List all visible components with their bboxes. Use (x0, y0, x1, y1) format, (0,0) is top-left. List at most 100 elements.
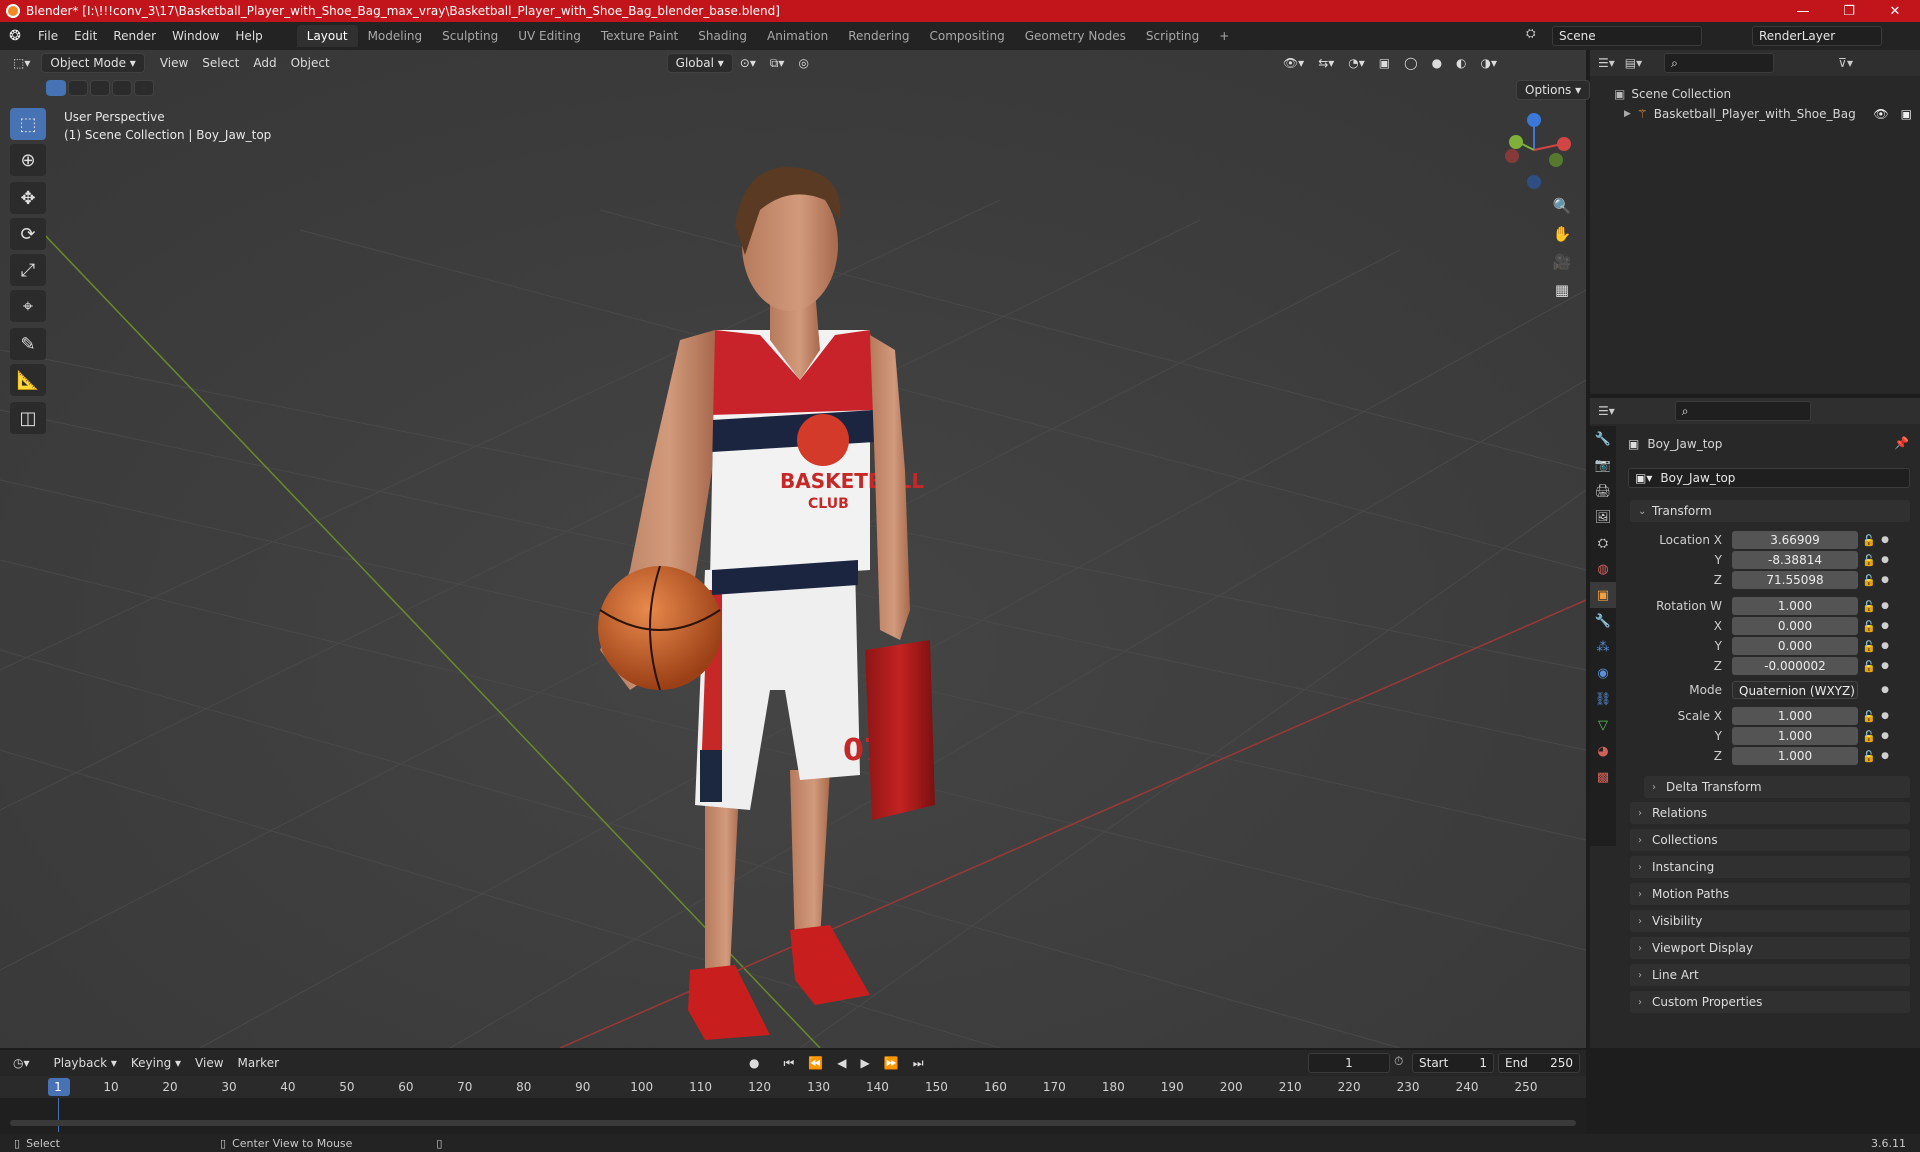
transform-panel-header[interactable]: ⌄ Transform (1630, 500, 1910, 522)
rotate-tool-icon[interactable]: ⟳ (10, 218, 46, 250)
tab-uv-editing[interactable]: UV Editing (508, 25, 591, 47)
mode-dropdown[interactable]: Object Mode ▾ (41, 53, 145, 73)
output-tab-icon[interactable]: 🖨 (1590, 478, 1616, 504)
snap-icon[interactable]: ⧉▾ (763, 56, 792, 71)
menu-playback[interactable]: Playback ▾ (47, 1056, 124, 1070)
keyframe-dot-icon[interactable]: ● (1880, 751, 1890, 761)
scene-field[interactable]: Scene (1552, 26, 1702, 46)
menu-file[interactable]: File (30, 29, 66, 43)
select-subtract-icon[interactable] (90, 80, 110, 96)
menu-help[interactable]: Help (227, 29, 270, 43)
outliner-filter-icon[interactable]: ⊽▾ (1838, 56, 1853, 70)
tab-shading[interactable]: Shading (688, 25, 757, 47)
gizmo-x-icon[interactable] (1557, 137, 1571, 151)
proportional-edit-icon[interactable]: ◎ (791, 56, 815, 70)
pan-hand-icon[interactable]: ✋ (1548, 220, 1576, 248)
xray-icon[interactable]: ▣ (1372, 56, 1397, 70)
render-camera-icon[interactable]: ▣ (1901, 107, 1912, 121)
gizmo-z-icon[interactable] (1527, 113, 1541, 127)
render-tab-icon[interactable]: 📷 (1590, 452, 1616, 478)
keyframe-dot-icon[interactable]: ● (1880, 535, 1890, 545)
keyframe-dot-icon[interactable]: ● (1880, 555, 1890, 565)
menu-timeline-view[interactable]: View (188, 1056, 230, 1070)
visibility-icon[interactable]: 👁▾ (1276, 56, 1311, 70)
hide-eye-icon[interactable]: 👁 (1873, 107, 1888, 121)
ortho-grid-icon[interactable]: ▦ (1548, 276, 1576, 304)
navigation-gizmo[interactable] (1494, 108, 1572, 192)
expand-chevron-icon[interactable]: ▶ (1624, 109, 1631, 119)
jump-start-icon[interactable]: ⏮ (777, 1056, 802, 1071)
select-new-icon[interactable] (46, 80, 66, 96)
current-frame-field[interactable]: 1 (1308, 1053, 1390, 1073)
select-intersect-icon[interactable] (134, 80, 154, 96)
scale-tool-icon[interactable]: ⤢ (10, 254, 46, 286)
prev-keyframe-icon[interactable]: ⏪ (801, 1056, 830, 1070)
scene-icon[interactable]: ⛭ (1526, 26, 1536, 41)
custom-properties-panel-header[interactable]: › Custom Properties (1630, 991, 1910, 1013)
annotate-tool-icon[interactable]: ✎ (10, 328, 46, 360)
render-layer-field[interactable]: RenderLayer (1752, 26, 1882, 46)
constraints-tab-icon[interactable]: ⛓ (1590, 686, 1616, 712)
rotation-w-field[interactable]: 1.000 (1732, 597, 1858, 615)
select-box-tool-icon[interactable]: ⬚ (10, 108, 46, 140)
viewport-display-panel-header[interactable]: › Viewport Display (1630, 937, 1910, 959)
keyframe-dot-icon[interactable]: ● (1880, 601, 1890, 611)
add-workspace-button[interactable]: + (1209, 25, 1239, 47)
play-icon[interactable]: ▶ (854, 1056, 877, 1070)
world-tab-icon[interactable]: ◍ (1590, 556, 1616, 582)
lock-icon[interactable]: 🔓 (1858, 554, 1880, 567)
material-tab-icon[interactable]: ◕ (1590, 738, 1616, 764)
tab-animation[interactable]: Animation (757, 25, 838, 47)
solid-shading-icon[interactable]: ● (1425, 56, 1449, 70)
maximize-button[interactable]: ❐ (1826, 0, 1872, 22)
lock-icon[interactable]: 🔓 (1858, 620, 1880, 633)
options-button[interactable]: Options ▾ (1516, 80, 1591, 100)
overlays-icon[interactable]: ◔▾ (1341, 56, 1372, 70)
stopwatch-icon[interactable]: ⏱ (1394, 1054, 1403, 1069)
lock-icon[interactable]: 🔓 (1858, 660, 1880, 673)
location-x-field[interactable]: 3.66909 (1732, 531, 1858, 549)
tab-rendering[interactable]: Rendering (838, 25, 919, 47)
menu-select[interactable]: Select (195, 56, 246, 70)
properties-search-input[interactable]: ⌕ (1674, 401, 1811, 421)
outliner-row-scene-collection[interactable]: ▣ Scene Collection (1590, 84, 1920, 104)
lock-icon[interactable]: 🔓 (1858, 574, 1880, 587)
rendered-shading-icon[interactable]: ◑▾ (1474, 56, 1505, 70)
object-datablock-field[interactable]: ▣▾ Boy_Jaw_top (1628, 468, 1910, 488)
tab-modeling[interactable]: Modeling (358, 25, 433, 47)
keyframe-dot-icon[interactable]: ● (1880, 575, 1890, 585)
close-button[interactable]: ✕ (1872, 0, 1918, 22)
physics-tab-icon[interactable]: ◉ (1590, 660, 1616, 686)
menu-view[interactable]: View (153, 56, 195, 70)
delta-transform-header[interactable]: › Delta Transform (1644, 776, 1910, 798)
scale-z-field[interactable]: 1.000 (1732, 747, 1858, 765)
minimize-button[interactable]: — (1780, 0, 1826, 22)
wireframe-shading-icon[interactable]: ◯ (1397, 56, 1424, 70)
texture-tab-icon[interactable]: ▩ (1590, 764, 1616, 790)
scale-y-field[interactable]: 1.000 (1732, 727, 1858, 745)
play-reverse-icon[interactable]: ◀ (830, 1056, 853, 1070)
editor-type-icon[interactable]: ⬚▾ (6, 56, 37, 70)
lock-icon[interactable]: 🔓 (1858, 710, 1880, 723)
blender-menu-icon[interactable]: ❂ (0, 28, 30, 44)
scene-tab-icon[interactable]: ⛭ (1590, 530, 1616, 556)
pivot-icon[interactable]: ⊙▾ (733, 56, 763, 70)
collections-panel-header[interactable]: › Collections (1630, 829, 1910, 851)
outliner-editor-icon[interactable]: ☰▾ (1598, 56, 1615, 70)
3d-viewport[interactable]: 07 BASKETBALL CLUB (0, 50, 1586, 1048)
lock-icon[interactable]: 🔓 (1858, 750, 1880, 763)
location-z-field[interactable]: 71.55098 (1732, 571, 1858, 589)
line-art-panel-header[interactable]: › Line Art (1630, 964, 1910, 986)
data-tab-icon[interactable]: ▽ (1590, 712, 1616, 738)
zoom-icon[interactable]: 🔍 (1548, 192, 1576, 220)
menu-add[interactable]: Add (246, 56, 283, 70)
lock-icon[interactable]: 🔓 (1858, 600, 1880, 613)
keyframe-dot-icon[interactable]: ● (1880, 621, 1890, 631)
keyframe-dot-icon[interactable]: ● (1880, 661, 1890, 671)
select-extend-icon[interactable] (68, 80, 88, 96)
relations-panel-header[interactable]: › Relations (1630, 802, 1910, 824)
gizmo-icon[interactable]: ⇆▾ (1311, 56, 1341, 70)
outliner-display-mode-icon[interactable]: ▤▾ (1625, 56, 1642, 70)
tab-scripting[interactable]: Scripting (1136, 25, 1209, 47)
cursor-tool-icon[interactable]: ⊕ (10, 144, 46, 176)
